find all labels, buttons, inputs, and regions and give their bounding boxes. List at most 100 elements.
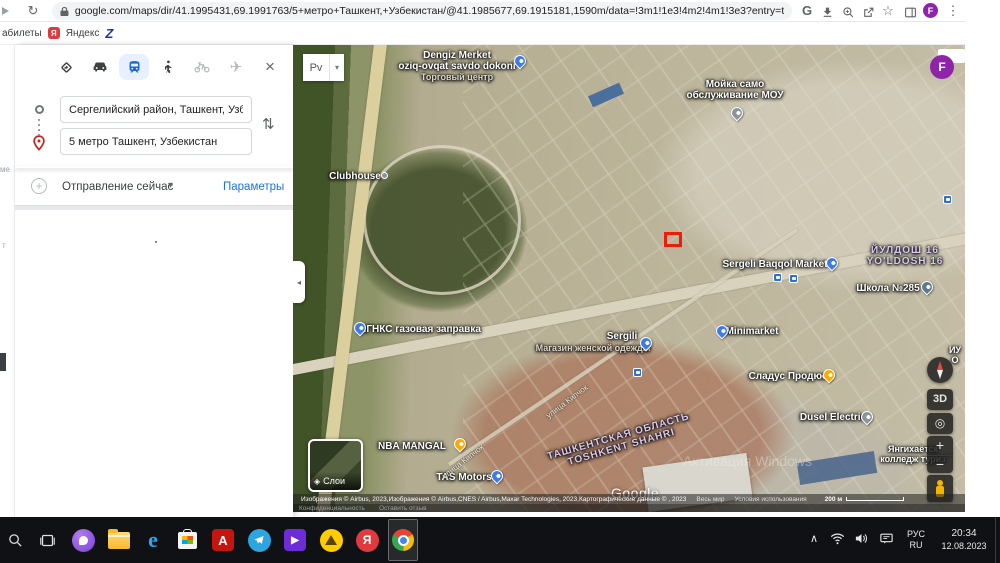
- activate-windows-watermark: Активация Windows: [683, 453, 813, 469]
- volume-icon[interactable]: [849, 532, 873, 548]
- transit-station-icon[interactable]: [943, 195, 952, 204]
- my-location-button[interactable]: ◎: [927, 413, 953, 434]
- street-grid-texture: [463, 45, 965, 512]
- selected-area-marker: [664, 232, 682, 247]
- feedback-link[interactable]: Оставить отзыв: [379, 505, 427, 512]
- waypoint-dots: [38, 119, 40, 135]
- three-d-button[interactable]: 3D: [927, 389, 953, 410]
- transit-station-icon[interactable]: [773, 273, 782, 282]
- acrobat-reader-icon[interactable]: A: [208, 519, 238, 561]
- zoom-out-button[interactable]: −: [927, 455, 953, 473]
- transit-station-icon[interactable]: [789, 274, 798, 283]
- mode-drive-icon[interactable]: [85, 54, 115, 80]
- poi-label[interactable]: Сладус Продюс: [749, 371, 828, 382]
- telegram-icon[interactable]: [244, 519, 274, 561]
- compass-needle-icon: [937, 361, 943, 370]
- poi-label[interactable]: Minimarket: [726, 326, 779, 337]
- forward-icon[interactable]: [2, 7, 9, 15]
- microsoft-store-icon[interactable]: [172, 519, 202, 561]
- browser-toolbar: ↻ google.com/maps/dir/41.1995431,69.1991…: [0, 0, 965, 22]
- bookmark-aviabilety[interactable]: абилеты: [2, 28, 42, 39]
- layers-icon: ◈: [314, 476, 321, 486]
- add-destination-icon[interactable]: +: [31, 178, 47, 194]
- privacy-link[interactable]: Конфиденциальность: [299, 505, 365, 512]
- yandex-favicon: Я: [47, 27, 60, 39]
- video-player-icon[interactable]: ▶: [280, 519, 310, 561]
- google-account-sync-icon[interactable]: G: [798, 0, 816, 22]
- scale-bar: [846, 497, 905, 501]
- tray-date: 12.08.2023: [941, 540, 987, 551]
- clubhouse-dot-pin[interactable]: [381, 172, 388, 179]
- clock-indicator[interactable]: 20:34 12.08.2023: [933, 528, 995, 552]
- compass-control[interactable]: [927, 357, 953, 383]
- bookmarks-bar: абилеты Я Яндекс Z: [0, 22, 965, 45]
- reload-icon[interactable]: ↻: [24, 0, 42, 22]
- language-indicator[interactable]: РУС RU: [899, 529, 933, 552]
- chrome-icon-active[interactable]: [388, 519, 418, 561]
- bookmark-star-icon[interactable]: ☆: [879, 0, 897, 22]
- yandex-browser-icon[interactable]: Я: [352, 519, 382, 561]
- destination-input[interactable]: [60, 128, 252, 155]
- bookmark-z-icon[interactable]: Z: [105, 26, 113, 41]
- tray-time: 20:34: [951, 528, 977, 540]
- transit-station-icon[interactable]: [633, 368, 642, 377]
- departure-caret-icon[interactable]: ▾: [168, 180, 173, 191]
- clipped-left-strip: ме т: [0, 45, 15, 517]
- poi-label[interactable]: Sergili: [607, 331, 638, 342]
- footer-links-bar: Конфиденциальность Оставить отзыв: [293, 504, 965, 512]
- poi-label[interactable]: Dusel Electric: [800, 412, 866, 423]
- poi-label[interactable]: NBA MANGAL: [378, 441, 446, 452]
- neighborhood-label: ЙУЛДОШ 16 YO'LDOSH 16: [866, 245, 944, 267]
- url-text: google.com/maps/dir/41.1995431,69.199176…: [74, 5, 784, 17]
- departure-time-button[interactable]: Отправление сейчас: [62, 181, 173, 193]
- tray-expand-icon[interactable]: ∧: [803, 533, 825, 547]
- swap-locations-icon[interactable]: ⇅: [262, 115, 275, 133]
- poi-sublabel: Магазин женской одежды: [535, 343, 651, 353]
- task-view-icon[interactable]: [32, 519, 62, 561]
- poi-label[interactable]: АГНКС газовая заправка: [359, 324, 481, 335]
- edge-browser-icon[interactable]: e: [138, 519, 168, 561]
- lock-icon: [60, 6, 69, 16]
- file-explorer-icon[interactable]: [104, 519, 134, 561]
- scale-label: 200 м: [824, 495, 843, 503]
- browser-menu-icon[interactable]: ⋮: [944, 0, 962, 22]
- map-account-avatar[interactable]: F: [930, 55, 954, 79]
- mode-transit-icon[interactable]: [119, 54, 149, 80]
- mode-bike-icon[interactable]: [187, 54, 217, 80]
- address-bar[interactable]: google.com/maps/dir/41.1995431,69.199176…: [52, 2, 792, 20]
- mode-flight-icon[interactable]: ✈: [221, 54, 251, 80]
- panel-card-shadow: [15, 166, 293, 168]
- map-canvas[interactable]: Dengiz Merket oziq-ovqat savdo dokoni То…: [293, 45, 965, 512]
- world-link[interactable]: Весь мир: [696, 496, 724, 503]
- poi-label[interactable]: Dengiz Merket oziq-ovqat savdo dokoni То…: [398, 50, 515, 82]
- layers-button[interactable]: ◈ Слои: [308, 439, 363, 492]
- wifi-icon[interactable]: [825, 532, 849, 548]
- zoom-in-button[interactable]: +: [927, 436, 953, 455]
- taskbar-search-icon[interactable]: [0, 519, 30, 561]
- compass-needle-icon: [937, 370, 943, 379]
- yandex-disk-icon[interactable]: [316, 519, 346, 561]
- collapse-panel-tab[interactable]: ◂: [293, 261, 305, 303]
- poi-label[interactable]: Clubhouse: [329, 171, 381, 182]
- attribution-bar: Изображения © Airbus, 2023,Изображения ©…: [293, 494, 965, 504]
- mode-best-route-icon[interactable]: [51, 54, 81, 80]
- pv-control[interactable]: Pv ▾: [303, 54, 344, 81]
- loading-dot: [155, 241, 157, 243]
- poi-label[interactable]: Sergeli Baqqol Market: [722, 259, 827, 270]
- origin-input[interactable]: [60, 96, 252, 123]
- mode-walk-icon[interactable]: [153, 54, 183, 80]
- poi-label[interactable]: Школа №285: [856, 283, 919, 294]
- pv-caret-icon: ▾: [330, 54, 344, 81]
- close-directions-icon[interactable]: ×: [255, 54, 285, 80]
- bookmark-yandex[interactable]: Яндекс: [66, 28, 100, 39]
- route-options-link[interactable]: Параметры: [223, 181, 284, 193]
- poi-label[interactable]: Мойка само обслуживание МОУ: [686, 79, 783, 101]
- origin-dot-icon: [35, 105, 44, 114]
- browser-profile-avatar[interactable]: F: [923, 3, 938, 18]
- yandex-alice-icon[interactable]: [68, 519, 98, 561]
- notification-icon[interactable]: [873, 532, 899, 548]
- desktop: ↻ google.com/maps/dir/41.1995431,69.1991…: [0, 0, 1000, 563]
- terms-link[interactable]: Условия использования: [735, 496, 807, 503]
- edge-fragment: т: [2, 241, 6, 250]
- show-desktop-edge[interactable]: [995, 517, 1000, 563]
